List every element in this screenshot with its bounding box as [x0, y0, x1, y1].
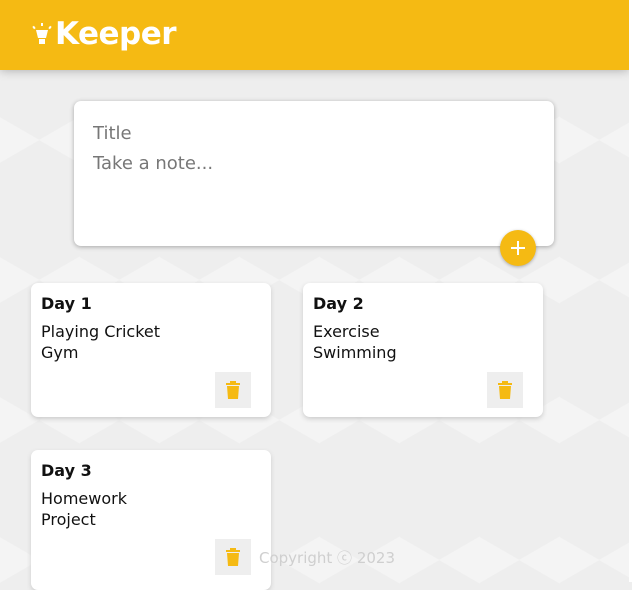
trash-icon — [226, 381, 240, 399]
delete-note-button[interactable] — [215, 372, 251, 408]
app-header: Keeper — [0, 0, 629, 70]
trash-icon — [498, 381, 512, 399]
note-content: Playing Cricket Gym — [41, 322, 160, 362]
plus-icon — [511, 241, 525, 255]
note-title-input[interactable] — [93, 121, 533, 145]
note-card: Day 1 Playing Cricket Gym — [31, 283, 271, 417]
note-title: Day 2 — [313, 294, 364, 313]
delete-note-button[interactable] — [487, 372, 523, 408]
app-logo: Keeper — [32, 16, 177, 52]
note-content: Exercise Swimming — [313, 322, 397, 362]
add-note-button[interactable] — [500, 230, 536, 266]
app-title: Keeper — [55, 16, 177, 52]
create-note-form — [74, 101, 554, 246]
note-title: Day 3 — [41, 461, 92, 480]
note-content-input[interactable] — [93, 153, 533, 233]
note-card: Day 3 Homework Project — [31, 450, 271, 590]
note-title: Day 1 — [41, 294, 92, 313]
footer-copyright: Copyright ⓒ 2023 — [259, 549, 396, 567]
note-card: Day 2 Exercise Swimming — [303, 283, 543, 417]
lightbulb-icon — [32, 23, 52, 44]
trash-icon — [226, 548, 240, 566]
delete-note-button[interactable] — [215, 539, 251, 575]
note-content: Homework Project — [41, 489, 127, 529]
